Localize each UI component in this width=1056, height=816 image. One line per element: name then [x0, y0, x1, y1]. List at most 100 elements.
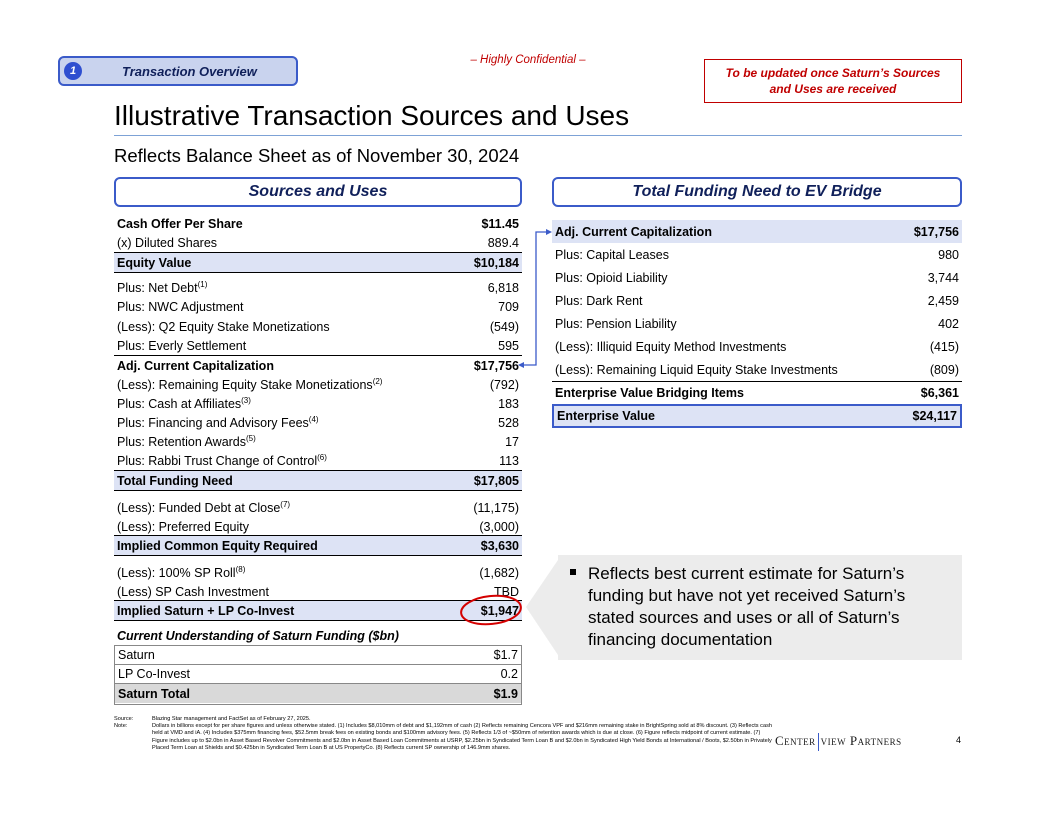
row-label: Plus: NWC Adjustment: [117, 299, 244, 314]
row-label: Plus: Capital Leases: [555, 247, 669, 262]
row-label: (Less): Q2 Equity Stake Monetizations: [117, 319, 330, 334]
table-row: Plus: Financing and Advisory Fees(4) 528: [114, 413, 522, 432]
table-row: Total Funding Need $17,805: [114, 470, 522, 491]
source-note: Source: Blazing Star management and Fact…: [114, 716, 311, 722]
row-value: $11.45: [481, 216, 519, 231]
row-value: $17,805: [473, 473, 519, 488]
footnote-marker: (3): [241, 395, 251, 405]
saturn-funding-table: Saturn $1.7 LP Co-Invest 0.2 Saturn Tota…: [114, 645, 522, 705]
row-label: Plus: Dark Rent: [555, 293, 643, 308]
table-row: (Less): Preferred Equity (3,000): [114, 517, 522, 536]
row-label: (Less): 100% SP Roll(8): [117, 564, 246, 580]
row-label: (Less): Remaining Liquid Equity Stake In…: [555, 362, 838, 377]
row-value: 3,744: [927, 270, 959, 285]
table-row: (Less): Remaining Equity Stake Monetizat…: [114, 375, 522, 394]
row-value: 113: [499, 453, 519, 468]
table-row: Adj. Current Capitalization $17,756: [114, 355, 522, 375]
row-value: $24,117: [912, 409, 958, 423]
row-label: Enterprise Value: [557, 409, 655, 423]
row-value: 6,818: [487, 280, 519, 295]
table-row: (Less): Funded Debt at Close(7) (11,175): [114, 498, 522, 517]
section-label: Transaction Overview: [122, 64, 257, 79]
row-value: 595: [498, 338, 519, 353]
footnote-marker: (1): [197, 279, 208, 289]
row-label: Plus: Everly Settlement: [117, 338, 247, 353]
ev-bridge-header: Total Funding Need to EV Bridge: [552, 177, 962, 207]
row-value: $17,756: [913, 224, 959, 239]
table-row: Plus: Rabbi Trust Change of Control(6) 1…: [114, 451, 522, 470]
row-label: Plus: Rabbi Trust Change of Control(6): [117, 452, 327, 468]
table-row: Plus: Retention Awards(5) 17: [114, 432, 522, 451]
page-number: 4: [956, 735, 962, 745]
footnote-marker: (4): [308, 414, 319, 424]
table-row: Plus: Net Debt(1) 6,818: [114, 278, 522, 297]
table-row: (Less): Illiquid Equity Method Investmen…: [552, 335, 962, 358]
table-row: Enterprise Value Bridging Items $6,361: [552, 381, 962, 404]
row-value: 183: [498, 396, 519, 411]
row-label: Total Funding Need: [117, 473, 233, 488]
row-label: Plus: Opioid Liability: [555, 270, 668, 285]
footnotes: Source: Blazing Star management and Fact…: [114, 716, 774, 752]
table-row: Equity Value $10,184: [114, 252, 522, 273]
row-label: LP Co-Invest: [118, 667, 191, 681]
sources-uses-table: Cash Offer Per Share $11.45 (x) Diluted …: [114, 212, 522, 632]
row-value: 528: [498, 415, 519, 430]
table-row: (Less): 100% SP Roll(8) (1,682): [114, 563, 522, 582]
row-label: Plus: Financing and Advisory Fees(4): [117, 414, 319, 430]
row-label: Plus: Net Debt(1): [117, 279, 208, 295]
row-label: Plus: Retention Awards(5): [117, 433, 256, 449]
row-value: (3,000): [479, 519, 519, 534]
table-row: (Less): Q2 Equity Stake Monetizations (5…: [114, 317, 522, 336]
table-row: Plus: Capital Leases 980: [552, 243, 962, 266]
row-label: Cash Offer Per Share: [117, 216, 243, 231]
update-note-line1: To be updated once Saturn’s Sources: [725, 66, 941, 80]
row-value: 889.4: [487, 235, 519, 250]
table-row: Plus: Cash at Affiliates(3) 183: [114, 394, 522, 413]
bullet-icon: [570, 569, 576, 575]
row-value: $17,756: [473, 358, 519, 373]
row-label: Plus: Cash at Affiliates(3): [117, 395, 251, 411]
row-value: (809): [929, 362, 959, 377]
title-divider: [114, 135, 962, 136]
row-label: (Less): Preferred Equity: [117, 519, 249, 534]
row-label: Enterprise Value Bridging Items: [555, 386, 744, 400]
row-label: Adj. Current Capitalization: [117, 358, 274, 373]
table-row: (Less): Remaining Liquid Equity Stake In…: [552, 358, 962, 381]
footnote-marker: (6): [317, 452, 327, 462]
table-row: Plus: NWC Adjustment 709: [114, 297, 522, 316]
table-row: (x) Diluted Shares 889.4: [114, 233, 522, 252]
table-row: Implied Common Equity Required $3,630: [114, 535, 522, 556]
row-value: 0.2: [500, 667, 518, 681]
footnote-marker: (2): [372, 376, 383, 386]
update-note-line2: and Uses are received: [769, 82, 897, 96]
row-value: (415): [929, 339, 959, 354]
table-row: Saturn Total $1.9: [115, 684, 521, 703]
row-label: Saturn Total: [118, 686, 190, 701]
row-label: Implied Saturn + LP Co-Invest: [117, 603, 295, 618]
row-value: (792): [489, 377, 519, 392]
table-row: Plus: Everly Settlement 595: [114, 336, 522, 355]
row-value: $6,361: [920, 386, 959, 400]
row-label: Adj. Current Capitalization: [555, 224, 712, 239]
table-row: Plus: Dark Rent 2,459: [552, 289, 962, 312]
row-value: $3,630: [480, 538, 519, 553]
callout-box: Reflects best current estimate for Satur…: [558, 555, 962, 660]
table-row: Plus: Opioid Liability 3,744: [552, 266, 962, 289]
row-value: (11,175): [473, 500, 519, 515]
ev-bridge-table: Adj. Current Capitalization $17,756 Plus…: [552, 220, 962, 430]
connector-arrow: [518, 229, 552, 368]
row-label: Saturn: [118, 648, 155, 662]
saturn-funding-title: Current Understanding of Saturn Funding …: [117, 629, 399, 643]
row-label: (Less): Funded Debt at Close(7): [117, 499, 291, 515]
row-value: 402: [938, 316, 959, 331]
footnote-marker: (5): [246, 433, 256, 443]
row-value: (549): [489, 319, 519, 334]
table-row: Cash Offer Per Share $11.45: [114, 214, 522, 233]
table-row: LP Co-Invest 0.2: [115, 665, 521, 684]
row-label: Implied Common Equity Required: [117, 538, 318, 553]
update-note-box: To be updated once Saturn’s Sources and …: [704, 59, 962, 103]
company-logo: Center view Partners: [775, 733, 902, 752]
row-value: $1.9: [493, 686, 518, 701]
row-label: Plus: Pension Liability: [555, 316, 677, 331]
footnote-marker: (8): [235, 564, 246, 574]
